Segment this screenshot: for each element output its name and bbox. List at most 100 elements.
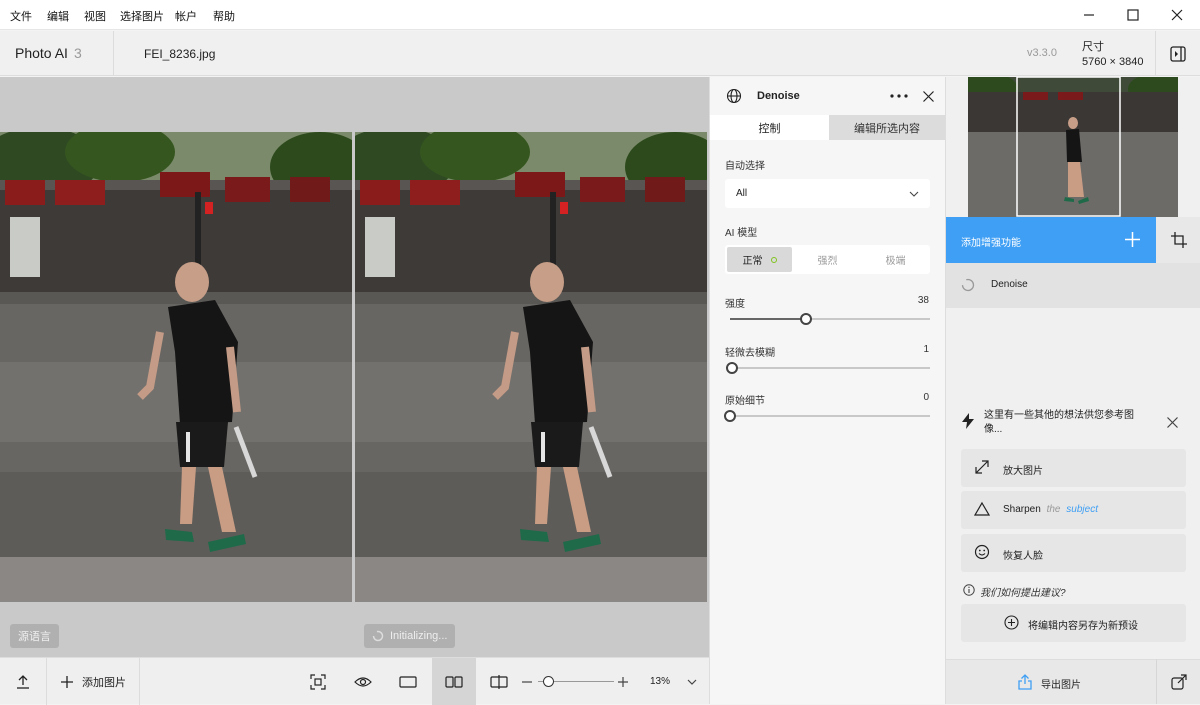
ai-model-label: AI 模型 xyxy=(725,228,758,239)
save-preset-button[interactable]: 将编辑内容另存为新预设 xyxy=(961,604,1186,642)
suggestion-sharpen-the: the xyxy=(1046,504,1061,515)
export-image-button[interactable]: 导出图片 xyxy=(946,659,1156,704)
chevron-down-icon xyxy=(909,191,919,197)
auto-select-label: 自动选择 xyxy=(725,161,765,172)
zoom-level[interactable]: 13% xyxy=(650,676,670,687)
share-button[interactable] xyxy=(1156,659,1200,704)
maximize-button[interactable] xyxy=(1111,0,1155,30)
zoom-out-button[interactable] xyxy=(520,658,534,705)
strength-slider-knob[interactable] xyxy=(800,313,812,325)
menu-account[interactable]: 帐户 xyxy=(175,8,197,24)
loading-icon xyxy=(961,278,975,292)
deblur-label: 轻微去模糊 xyxy=(725,348,775,359)
strength-slider[interactable] xyxy=(730,313,930,325)
zoom-slider-knob[interactable] xyxy=(543,676,554,687)
file-name: FEI_8236.jpg xyxy=(144,47,216,61)
size-value: 5760 × 3840 xyxy=(1082,56,1144,68)
original-tag-button[interactable]: 源语言 xyxy=(10,624,59,648)
single-view-button[interactable] xyxy=(390,658,426,705)
close-icon[interactable] xyxy=(1167,417,1178,428)
deblur-slider-knob[interactable] xyxy=(726,362,738,374)
add-enhancement-button[interactable]: 添加增强功能 xyxy=(946,217,1156,263)
add-image-label: 添加图片 xyxy=(82,676,126,689)
minimize-button[interactable] xyxy=(1067,0,1111,30)
spinner-icon xyxy=(372,630,384,642)
minus-icon xyxy=(522,680,532,683)
navigator-thumbnail[interactable] xyxy=(968,77,1178,217)
suggestion-sharpen-subject-link[interactable]: subject xyxy=(1066,504,1098,515)
tab-controls[interactable]: 控制 xyxy=(710,115,829,140)
tab-edit-selection-label: 编辑所选内容 xyxy=(854,122,920,135)
zoom-in-button[interactable] xyxy=(616,658,630,705)
plus-icon xyxy=(618,676,628,687)
app-brand: Photo AI 3 xyxy=(0,31,114,76)
sharpen-icon xyxy=(974,501,990,516)
zoom-dropdown-button[interactable] xyxy=(682,658,702,705)
suggestion-face-recovery[interactable]: 恢复人脸 xyxy=(961,534,1186,572)
face-recovery-icon xyxy=(974,544,990,560)
menu-select-image[interactable]: 选择图片 xyxy=(120,8,164,24)
model-option-strong-label: 强烈 xyxy=(817,256,838,267)
toolbar-divider xyxy=(139,658,140,705)
strength-label: 强度 xyxy=(725,299,745,310)
preview-button[interactable] xyxy=(345,658,381,705)
eye-icon xyxy=(354,676,372,687)
bottom-toolbar: 添加图片 13% xyxy=(0,657,709,705)
upload-button[interactable] xyxy=(0,658,46,705)
model-option-extreme-label: 极端 xyxy=(885,256,906,267)
info-icon xyxy=(963,584,975,596)
processing-status-label: Initializing... xyxy=(390,630,448,642)
close-window-button[interactable] xyxy=(1155,0,1199,30)
original-tag-label: 源语言 xyxy=(18,631,51,643)
deblur-slider[interactable] xyxy=(726,362,930,374)
split-view-button[interactable] xyxy=(481,658,517,705)
panel-title: Denoise xyxy=(757,90,800,102)
globe-icon xyxy=(726,88,742,104)
export-image-label: 导出图片 xyxy=(1041,680,1081,691)
close-panel-icon[interactable] xyxy=(923,91,934,102)
zoom-slider[interactable] xyxy=(538,676,614,687)
denoised-photo xyxy=(355,132,707,602)
maximize-icon xyxy=(1127,9,1139,21)
how-we-suggest-link[interactable]: 我们如何提出建议? xyxy=(980,584,1066,599)
crop-button[interactable] xyxy=(1156,217,1200,263)
denoise-panel: Denoise 控制 编辑所选内容 自动选择 All AI 模型 正常 强烈 极… xyxy=(709,77,945,704)
original-detail-slider[interactable] xyxy=(724,410,930,422)
image-canvas[interactable]: 源语言 Initializing... xyxy=(0,77,709,657)
tab-controls-label: 控制 xyxy=(758,122,781,135)
menu-view[interactable]: 视图 xyxy=(84,8,106,24)
minimize-icon xyxy=(1084,14,1094,16)
original-detail-slider-knob[interactable] xyxy=(724,410,736,422)
suggestion-upscale[interactable]: 放大图片 xyxy=(961,449,1186,487)
model-option-strong[interactable]: 强烈 xyxy=(795,247,860,272)
selected-indicator-icon xyxy=(770,256,777,263)
side-by-side-view-button[interactable] xyxy=(432,658,476,705)
ai-model-selector: 正常 强烈 极端 xyxy=(725,245,930,274)
focus-frame-icon xyxy=(310,673,326,690)
add-circle-icon xyxy=(1004,615,1019,630)
menu-file[interactable]: 文件 xyxy=(10,8,32,24)
save-preset-label: 将编辑内容另存为新预设 xyxy=(1028,621,1138,632)
menu-edit[interactable]: 编辑 xyxy=(47,8,69,24)
crop-icon xyxy=(1170,232,1187,248)
enhancement-item-label: Denoise xyxy=(991,279,1028,290)
panel-toggle-icon xyxy=(1170,45,1186,62)
menu-help[interactable]: 帮助 xyxy=(213,8,235,24)
app-version-number: 3 xyxy=(74,45,82,61)
right-sidebar: 添加增强功能 Denoise 这里有一些其他的想法供您参考图像... 放大图片 … xyxy=(945,77,1200,704)
enhancement-item-denoise[interactable]: Denoise xyxy=(946,263,1200,308)
deblur-value: 1 xyxy=(923,344,929,355)
focus-view-button[interactable] xyxy=(300,658,336,705)
more-options-icon[interactable] xyxy=(890,94,908,98)
add-enhancement-label: 添加增强功能 xyxy=(961,238,1021,249)
suggestion-upscale-label: 放大图片 xyxy=(1003,466,1043,477)
add-image-button[interactable]: 添加图片 xyxy=(47,658,139,705)
version-label: v3.3.0 xyxy=(1027,47,1057,59)
suggestion-sharpen[interactable]: Sharpen the subject xyxy=(961,491,1186,529)
suggestion-header: 这里有一些其他的想法供您参考图像... xyxy=(984,410,1134,435)
auto-select-dropdown[interactable]: All xyxy=(725,179,930,208)
model-option-normal[interactable]: 正常 xyxy=(727,247,792,272)
model-option-extreme[interactable]: 极端 xyxy=(863,247,928,272)
tab-edit-selection[interactable]: 编辑所选内容 xyxy=(829,115,945,140)
sidebar-toggle-button[interactable] xyxy=(1155,31,1200,76)
